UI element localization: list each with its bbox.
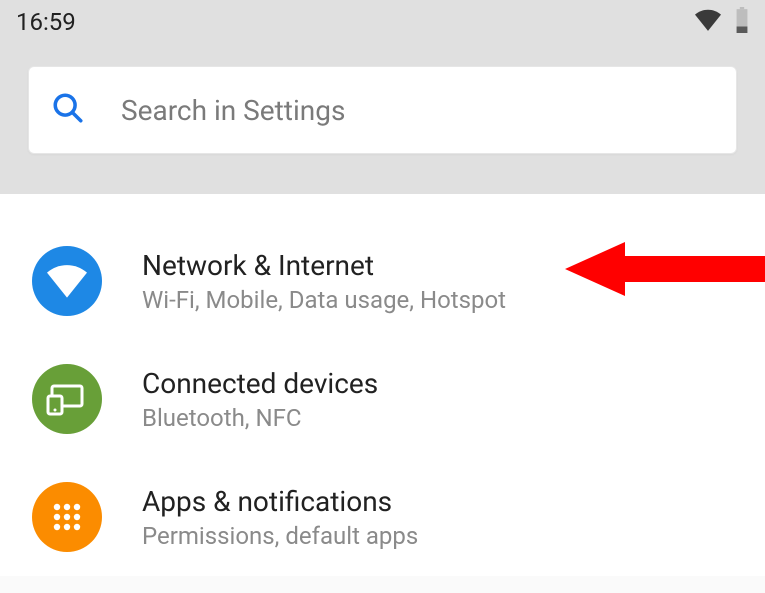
settings-item-subtitle: Permissions, default apps — [142, 522, 418, 550]
search-icon — [51, 91, 85, 129]
settings-item-text: Connected devices Bluetooth, NFC — [142, 367, 378, 432]
settings-item-subtitle: Bluetooth, NFC — [142, 404, 378, 432]
status-time: 16:59 — [16, 8, 76, 36]
search-placeholder: Search in Settings — [121, 94, 345, 127]
settings-item-apps[interactable]: Apps & notifications Permissions, defaul… — [0, 458, 765, 576]
status-bar: 16:59 — [0, 0, 765, 44]
connected-devices-icon — [32, 364, 102, 434]
search-box[interactable]: Search in Settings — [28, 66, 737, 154]
battery-icon — [735, 7, 749, 37]
settings-item-network[interactable]: Network & Internet Wi-Fi, Mobile, Data u… — [0, 222, 765, 340]
settings-item-title: Apps & notifications — [142, 485, 418, 518]
search-area: Search in Settings — [0, 44, 765, 194]
settings-list: Network & Internet Wi-Fi, Mobile, Data u… — [0, 194, 765, 576]
settings-item-title: Network & Internet — [142, 249, 506, 282]
wifi-solid-icon — [32, 246, 102, 316]
settings-item-title: Connected devices — [142, 367, 378, 400]
apps-grid-icon — [32, 482, 102, 552]
settings-item-subtitle: Wi-Fi, Mobile, Data usage, Hotspot — [142, 286, 506, 314]
settings-item-text: Network & Internet Wi-Fi, Mobile, Data u… — [142, 249, 506, 314]
settings-item-text: Apps & notifications Permissions, defaul… — [142, 485, 418, 550]
settings-item-connected-devices[interactable]: Connected devices Bluetooth, NFC — [0, 340, 765, 458]
status-right — [695, 7, 749, 37]
wifi-icon — [695, 9, 721, 35]
